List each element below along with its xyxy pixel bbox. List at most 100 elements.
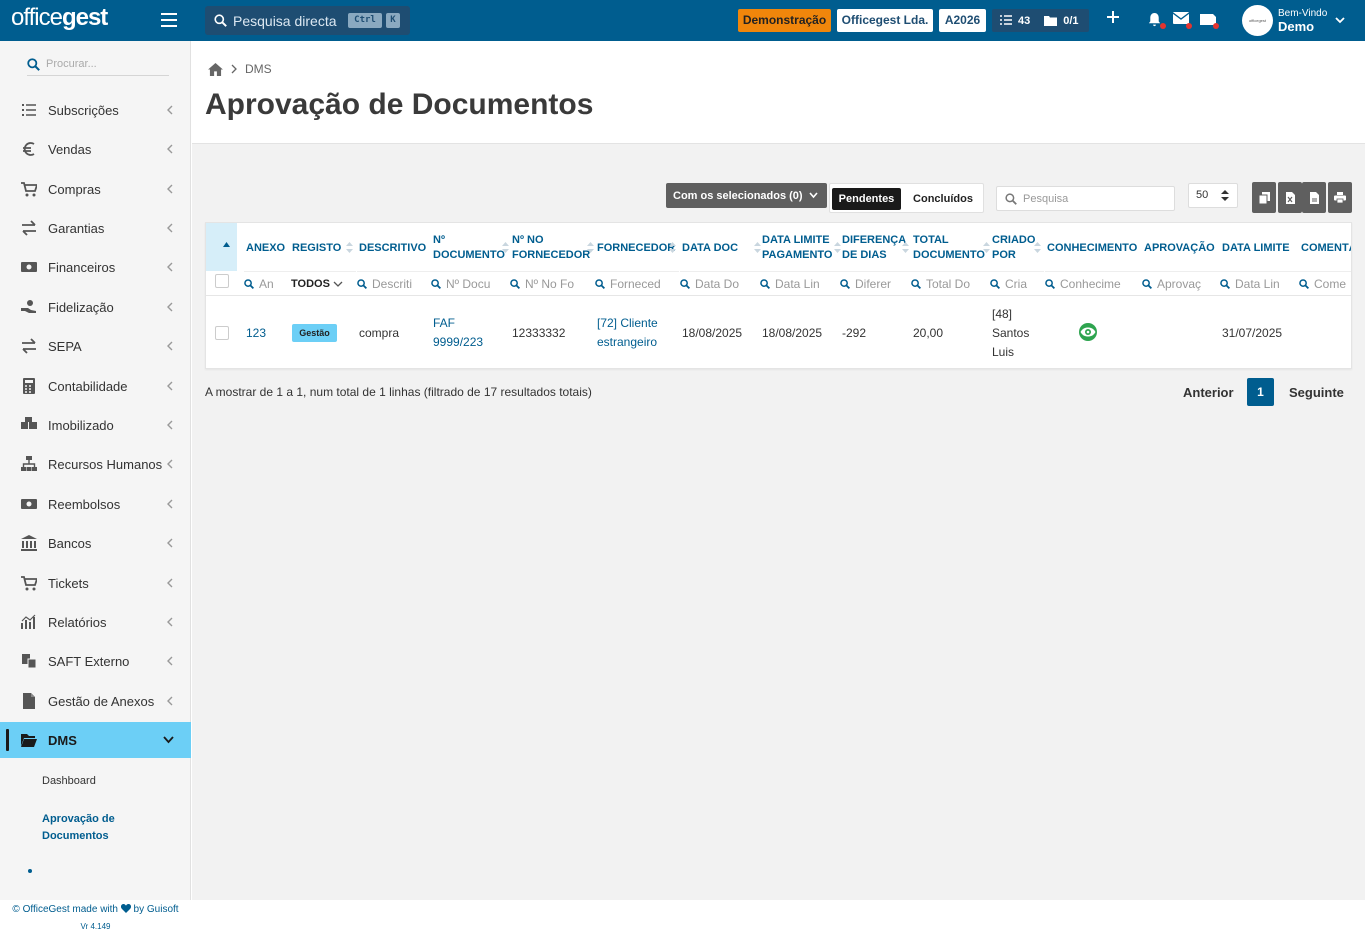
sidebar-item-garantias[interactable]: Garantias bbox=[0, 210, 191, 246]
cell-documento[interactable]: FAF 9999/223 bbox=[433, 314, 483, 352]
sidebar-item-tickets[interactable]: Tickets bbox=[0, 565, 191, 601]
col-header-7[interactable]: DATA DOC bbox=[682, 223, 764, 273]
sidebar-sub-dashboard[interactable]: Dashboard bbox=[42, 773, 96, 790]
col-header-6[interactable]: FORNECEDOR bbox=[597, 223, 679, 273]
column-filter[interactable] bbox=[760, 271, 844, 296]
sidebar-search-input[interactable] bbox=[46, 58, 156, 70]
folders-count[interactable]: 0/1 bbox=[1063, 15, 1078, 27]
copy-button[interactable] bbox=[1252, 182, 1276, 213]
pdf-button[interactable] bbox=[1302, 182, 1326, 213]
sidebar-item-relatorios[interactable]: Relatórios bbox=[0, 604, 191, 640]
column-filter-input[interactable] bbox=[1060, 277, 1139, 291]
column-filter-input[interactable] bbox=[1157, 277, 1217, 291]
column-filter-input[interactable] bbox=[1005, 277, 1039, 291]
sidebar-item-recursos-humanos[interactable]: Recursos Humanos bbox=[0, 446, 191, 482]
pagination-previous[interactable]: Anterior bbox=[1183, 385, 1234, 400]
table-search[interactable] bbox=[996, 186, 1175, 211]
column-filter-input[interactable] bbox=[610, 277, 674, 291]
home-icon[interactable] bbox=[208, 62, 223, 76]
select-all-checkbox[interactable] bbox=[215, 274, 229, 288]
col-header-13[interactable]: APROVAÇÃO bbox=[1144, 223, 1222, 273]
column-filter[interactable] bbox=[357, 271, 431, 296]
column-filter-input[interactable] bbox=[926, 277, 988, 291]
column-filter[interactable] bbox=[431, 271, 512, 296]
column-filter[interactable] bbox=[1220, 271, 1299, 296]
tab-pendentes[interactable]: Pendentes bbox=[832, 188, 901, 210]
sidebar-item-fidelizacao[interactable]: Fidelização bbox=[0, 289, 191, 325]
registo-filter-select[interactable]: TODOS bbox=[290, 271, 356, 296]
column-filter[interactable] bbox=[990, 271, 1044, 296]
sidebar-item-bancos[interactable]: Bancos bbox=[0, 525, 191, 561]
cell-anexo[interactable]: 123 bbox=[246, 324, 266, 343]
sidebar-item-subscricoes[interactable]: Subscrições bbox=[0, 92, 191, 128]
sidebar-item-saft-externo[interactable]: SAFT Externo bbox=[0, 643, 191, 679]
column-filter[interactable] bbox=[595, 271, 679, 296]
col-header-3[interactable]: DESCRITIVO bbox=[359, 223, 431, 273]
folders-icon[interactable] bbox=[1044, 15, 1058, 26]
column-filter[interactable] bbox=[244, 271, 293, 296]
year-badge[interactable]: A2026 bbox=[939, 9, 986, 32]
col-header-1[interactable]: ANEXO bbox=[246, 223, 293, 273]
col-header-9[interactable]: DIFERENÇA DE DIAS bbox=[842, 223, 912, 273]
sidebar-item-compras[interactable]: Compras bbox=[0, 171, 191, 207]
column-filter[interactable] bbox=[510, 271, 597, 296]
column-filter-input[interactable] bbox=[372, 277, 426, 291]
bell-icon[interactable] bbox=[1147, 12, 1166, 29]
sidebar-search[interactable] bbox=[27, 53, 169, 76]
col-header-10[interactable]: TOTAL DOCUMENTO bbox=[913, 223, 993, 273]
tab-concluidos[interactable]: Concluídos bbox=[906, 188, 980, 210]
pagination-next[interactable]: Seguinte bbox=[1289, 385, 1344, 400]
company-badge[interactable]: Officegest Lda. bbox=[837, 9, 933, 32]
column-filter[interactable] bbox=[1142, 271, 1222, 296]
sidebar-item-sepa[interactable]: SEPA bbox=[0, 328, 191, 364]
column-filter[interactable] bbox=[840, 271, 912, 296]
menu-toggle-icon[interactable] bbox=[161, 13, 177, 27]
column-filter-input[interactable] bbox=[446, 277, 507, 291]
sidebar-item-vendas[interactable]: Vendas bbox=[0, 131, 191, 167]
excel-button[interactable] bbox=[1278, 182, 1302, 213]
mail-icon[interactable] bbox=[1173, 12, 1192, 29]
column-filter-input[interactable] bbox=[775, 277, 839, 291]
cell-fornecedor[interactable]: [72] Cliente estrangeiro bbox=[597, 314, 658, 352]
column-filter[interactable] bbox=[1045, 271, 1144, 296]
table-search-input[interactable] bbox=[1023, 192, 1163, 205]
column-filter-input[interactable] bbox=[1314, 277, 1351, 291]
sidebar-item-contabilidade[interactable]: Contabilidade bbox=[0, 368, 191, 404]
col-header-11[interactable]: CRIADO POR bbox=[992, 223, 1044, 273]
row-checkbox[interactable] bbox=[215, 326, 229, 340]
sort-column-active[interactable] bbox=[206, 223, 237, 271]
column-filter-input[interactable] bbox=[855, 277, 907, 291]
col-header-14[interactable]: DATA LIMITE bbox=[1222, 223, 1299, 273]
column-filter[interactable] bbox=[1299, 271, 1351, 296]
ticket-icon[interactable] bbox=[1200, 12, 1219, 29]
sidebar-item-financeiros[interactable]: Financeiros bbox=[0, 249, 191, 285]
column-filter-input[interactable] bbox=[525, 277, 592, 291]
pagination-page-1[interactable]: 1 bbox=[1247, 378, 1274, 406]
column-filter[interactable] bbox=[680, 271, 764, 296]
tasks-count[interactable]: 43 bbox=[1018, 15, 1030, 27]
eye-icon[interactable] bbox=[1077, 323, 1099, 341]
sidebar-item-imobilizado[interactable]: Imobilizado bbox=[0, 407, 191, 443]
app-logo[interactable]: officegest bbox=[11, 4, 108, 32]
sidebar-item-reembolsos[interactable]: Reembolsos bbox=[0, 486, 191, 522]
user-menu[interactable]: Bem-Vindo Demo bbox=[1278, 7, 1327, 33]
col-header-12[interactable]: CONHECIMENTO bbox=[1047, 223, 1144, 273]
quick-search-button[interactable]: Pesquisa directa Ctrl K bbox=[205, 6, 410, 35]
column-filter-input[interactable] bbox=[695, 277, 759, 291]
col-header-5[interactable]: Nº NO FORNECEDOR bbox=[512, 223, 597, 273]
col-header-2[interactable]: REGISTO bbox=[292, 223, 356, 273]
demo-badge[interactable]: Demonstração bbox=[738, 9, 831, 32]
column-filter-input[interactable] bbox=[1235, 277, 1294, 291]
col-header-8[interactable]: DATA LIMITE PAGAMENTO bbox=[762, 223, 844, 273]
column-filter[interactable] bbox=[911, 271, 993, 296]
col-header-4[interactable]: Nº DOCUMENTO bbox=[433, 223, 512, 273]
sidebar-item-dms[interactable]: DMS bbox=[0, 722, 191, 758]
bulk-actions-button[interactable]: Com os selecionados (0) bbox=[666, 183, 827, 208]
page-size-select[interactable]: 50 bbox=[1188, 183, 1238, 208]
tasks-icon[interactable] bbox=[1000, 15, 1012, 26]
breadcrumb-dms[interactable]: DMS bbox=[245, 62, 272, 76]
col-header-15[interactable]: COMENTÁ bbox=[1301, 223, 1351, 273]
column-filter-input[interactable] bbox=[259, 277, 288, 291]
sidebar-sub-aprovacao[interactable]: Aprovação de Documentos bbox=[42, 811, 115, 845]
add-icon[interactable] bbox=[1106, 10, 1122, 30]
